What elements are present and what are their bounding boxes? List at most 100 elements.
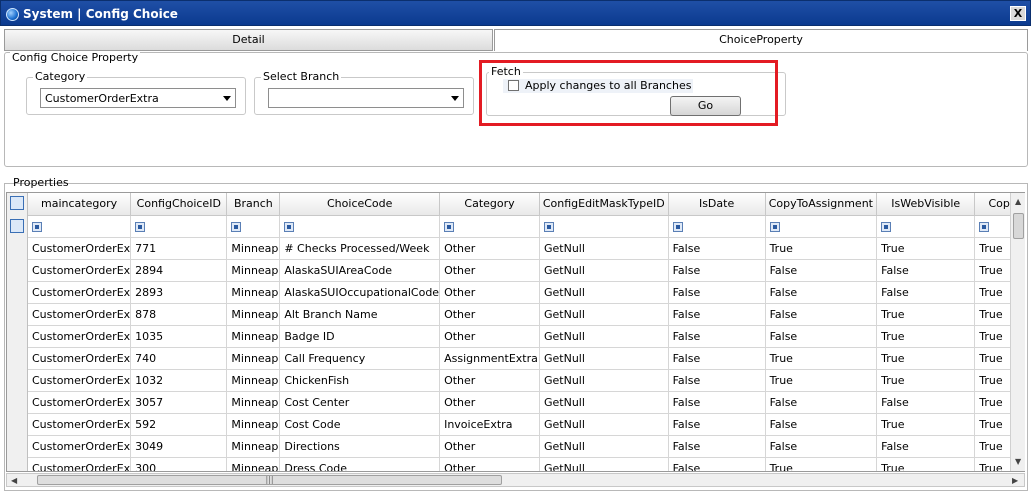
table-cell[interactable]: False	[876, 435, 976, 458]
table-cell[interactable]: CustomerOrderEx	[28, 303, 132, 326]
filter-icon[interactable]	[32, 221, 42, 232]
table-cell[interactable]: CustomerOrderEx	[28, 347, 132, 370]
table-row[interactable]: CustomerOrderEx 300 Minneap Dress Code Other…	[28, 457, 1024, 471]
table-cell[interactable]: False	[668, 413, 766, 436]
table-cell[interactable]: Other	[439, 457, 540, 471]
table-cell[interactable]: False	[668, 457, 766, 471]
table-cell[interactable]: 878	[130, 303, 228, 326]
filter-icon[interactable]	[284, 221, 295, 232]
table-cell[interactable]: False	[765, 281, 878, 304]
table-cell[interactable]: Other	[439, 237, 540, 260]
table-cell[interactable]: 3049	[130, 435, 228, 458]
table-cell[interactable]: 1035	[130, 325, 228, 348]
table-cell[interactable]: True	[876, 303, 976, 326]
filter-icon[interactable]	[979, 221, 990, 232]
table-cell[interactable]: CustomerOrderEx	[28, 281, 132, 304]
table-cell[interactable]: 300	[130, 457, 228, 471]
column-header[interactable]: ConfigChoiceID	[130, 193, 228, 216]
column-header[interactable]: ChoiceCode	[279, 193, 441, 216]
filter-icon[interactable]	[672, 221, 683, 232]
table-cell[interactable]: False	[876, 259, 976, 282]
column-header[interactable]: IsWebVisible	[876, 193, 976, 216]
tab-choiceproperty[interactable]: ChoiceProperty	[494, 29, 1028, 51]
table-cell[interactable]: False	[765, 303, 878, 326]
filter-icon[interactable]	[135, 221, 146, 232]
table-cell[interactable]: # Checks Processed/Week	[279, 237, 441, 260]
column-header[interactable]: CopyToAssignment	[765, 193, 878, 216]
close-button[interactable]: X	[1010, 6, 1026, 21]
table-row[interactable]: CustomerOrderEx 2894 Minneap AlaskaSUIAreaC…	[28, 259, 1024, 282]
table-cell[interactable]: CustomerOrderEx	[28, 435, 132, 458]
table-cell[interactable]: CustomerOrderEx	[28, 237, 132, 260]
tab-detail[interactable]: Detail	[4, 29, 493, 51]
table-cell[interactable]: Cost Code	[279, 413, 441, 436]
table-cell[interactable]: GetNull	[539, 237, 669, 260]
table-cell[interactable]: Minneap	[226, 347, 281, 370]
table-cell[interactable]: GetNull	[539, 281, 669, 304]
table-cell[interactable]: ChickenFish	[279, 369, 441, 392]
scroll-down-icon[interactable]: ▼	[1015, 457, 1021, 466]
table-cell[interactable]: True	[876, 347, 976, 370]
table-cell[interactable]: CustomerOrderEx	[28, 325, 132, 348]
vertical-scrollbar[interactable]: ▲ ▼	[1010, 193, 1025, 471]
scroll-up-icon[interactable]: ▲	[1015, 197, 1021, 206]
column-header[interactable]: Category	[439, 193, 540, 216]
table-cell[interactable]: CustomerOrderEx	[28, 457, 132, 471]
table-cell[interactable]: Minneap	[226, 457, 281, 471]
table-cell[interactable]: GetNull	[539, 413, 669, 436]
scroll-left-icon[interactable]: ◀	[11, 476, 17, 485]
table-row[interactable]: CustomerOrderEx 878 Minneap Alt Branch Name…	[28, 303, 1024, 326]
filter-icon[interactable]	[231, 221, 242, 232]
table-cell[interactable]: False	[668, 303, 766, 326]
table-cell[interactable]: False	[765, 413, 878, 436]
table-row[interactable]: CustomerOrderEx 1035 Minneap Badge ID Other G…	[28, 325, 1024, 348]
table-cell[interactable]: Minneap	[226, 281, 281, 304]
table-cell[interactable]: False	[876, 281, 976, 304]
table-cell[interactable]: GetNull	[539, 435, 669, 458]
table-cell[interactable]: False	[876, 391, 976, 414]
table-cell[interactable]: Minneap	[226, 303, 281, 326]
table-cell[interactable]: GetNull	[539, 325, 669, 348]
table-cell[interactable]: Minneap	[226, 369, 281, 392]
table-cell[interactable]: Other	[439, 435, 540, 458]
table-cell[interactable]: 740	[130, 347, 228, 370]
table-cell[interactable]: InvoiceExtra	[439, 413, 540, 436]
table-cell[interactable]: 592	[130, 413, 228, 436]
scroll-right-icon[interactable]: ▶	[1012, 476, 1018, 485]
table-cell[interactable]: True	[876, 325, 976, 348]
table-cell[interactable]: Minneap	[226, 259, 281, 282]
horizontal-scrollbar[interactable]: ◀ ||| ▶	[6, 473, 1025, 487]
filter-cell[interactable]	[539, 215, 669, 238]
filter-cell[interactable]	[439, 215, 540, 238]
table-cell[interactable]: False	[668, 435, 766, 458]
table-cell[interactable]: False	[668, 369, 766, 392]
table-cell[interactable]: False	[668, 325, 766, 348]
filter-cell[interactable]	[765, 215, 878, 238]
column-header[interactable]: IsDate	[668, 193, 766, 216]
table-cell[interactable]: False	[765, 435, 878, 458]
filter-icon[interactable]	[544, 221, 554, 232]
table-cell[interactable]: False	[668, 259, 766, 282]
table-cell[interactable]: CustomerOrderEx	[28, 369, 132, 392]
table-row[interactable]: CustomerOrderEx 771 Minneap # Checks Proces…	[28, 237, 1024, 260]
table-cell[interactable]: Directions	[279, 435, 441, 458]
filter-icon[interactable]	[769, 221, 780, 232]
table-cell[interactable]: False	[668, 347, 766, 370]
table-cell[interactable]: True	[765, 347, 878, 370]
branch-select[interactable]	[268, 88, 464, 108]
table-cell[interactable]: 2894	[130, 259, 228, 282]
horizontal-scroll-thumb[interactable]: |||	[37, 475, 502, 485]
vertical-scroll-thumb[interactable]	[1013, 213, 1024, 239]
table-cell[interactable]: GetNull	[539, 457, 669, 471]
table-cell[interactable]: 3057	[130, 391, 228, 414]
table-cell[interactable]: True	[876, 413, 976, 436]
table-cell[interactable]: CustomerOrderEx	[28, 259, 132, 282]
filter-icon[interactable]	[881, 221, 892, 232]
table-cell[interactable]: GetNull	[539, 303, 669, 326]
filter-cell[interactable]	[28, 215, 132, 238]
table-cell[interactable]: True	[765, 457, 878, 471]
table-cell[interactable]: AlaskaSUIOccupationalCode	[279, 281, 441, 304]
filter-cell[interactable]	[226, 215, 281, 238]
table-cell[interactable]: False	[765, 259, 878, 282]
table-cell[interactable]: True	[876, 457, 976, 471]
